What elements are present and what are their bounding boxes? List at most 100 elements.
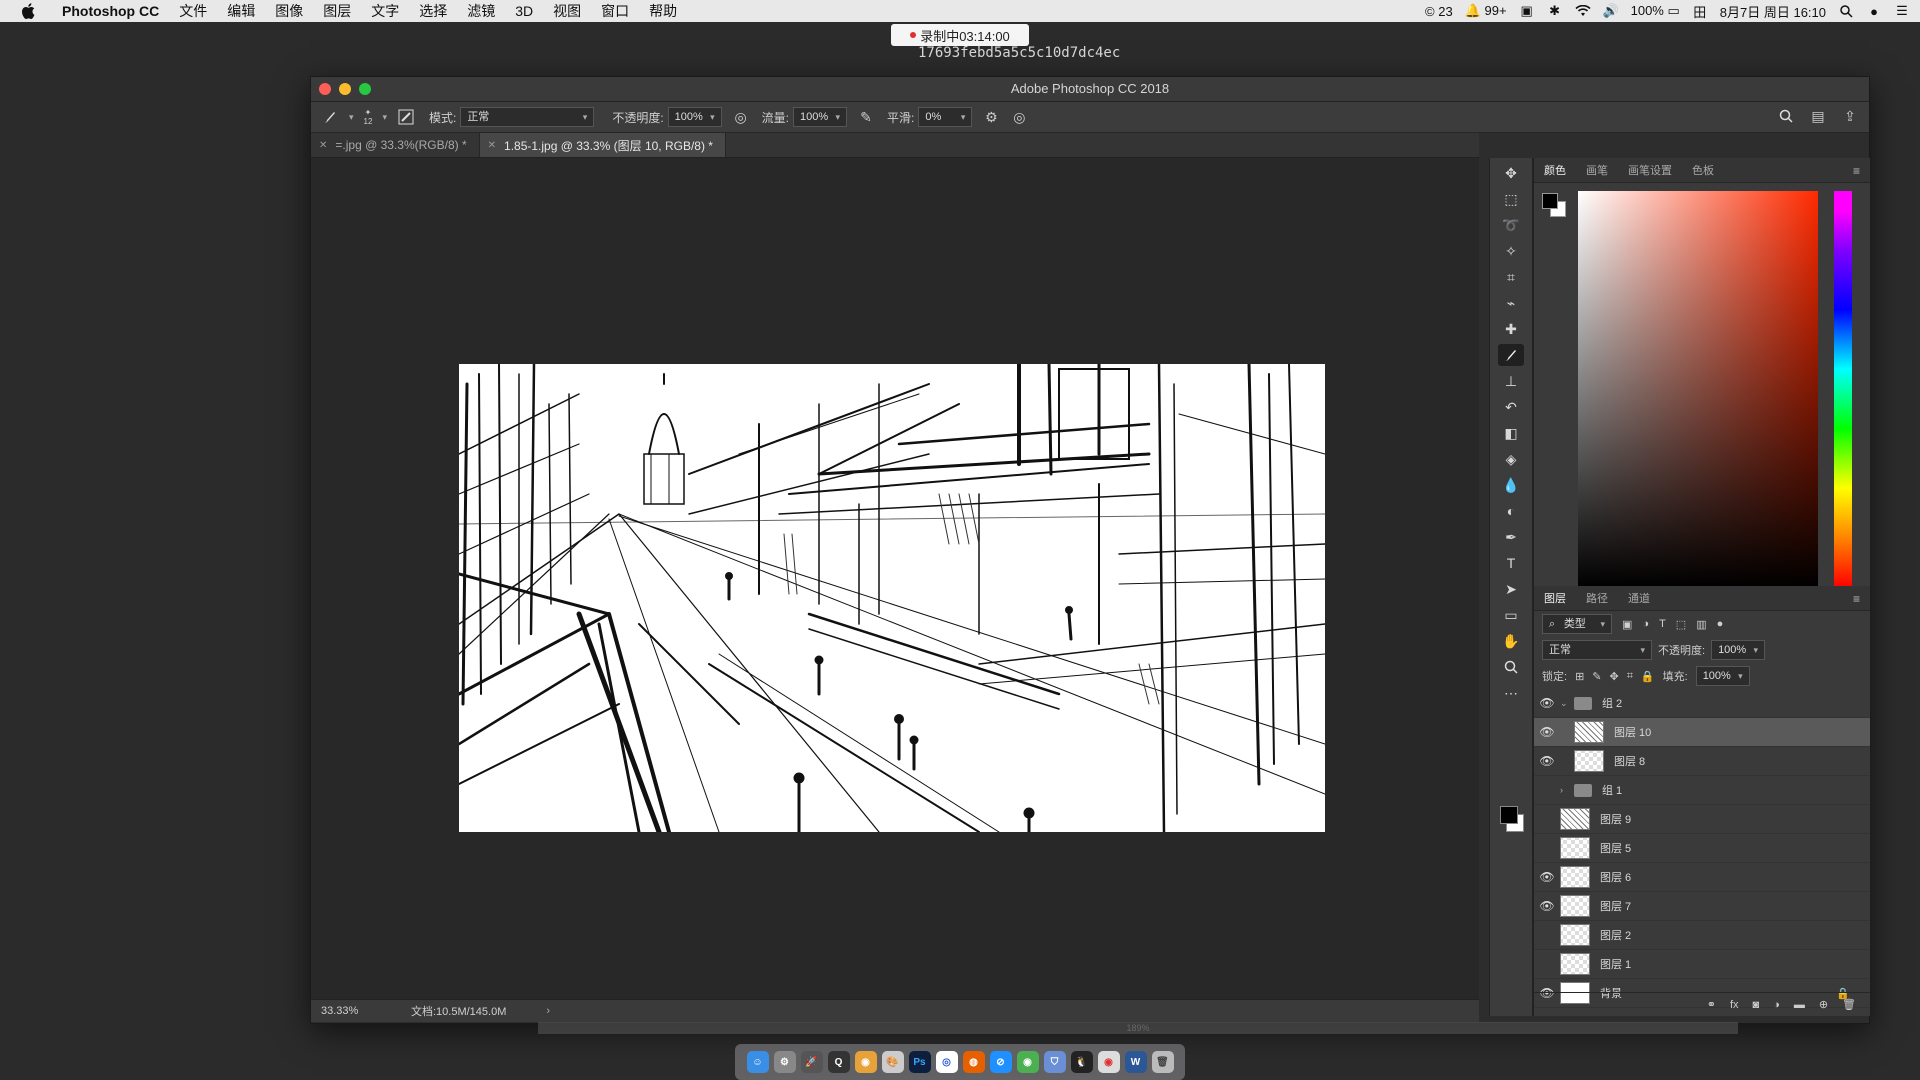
- pressure-size-icon[interactable]: ◎: [1010, 108, 1028, 126]
- menu-window[interactable]: 窗口: [591, 0, 639, 22]
- volume-icon[interactable]: 🔊: [1603, 3, 1619, 18]
- eye-hidden-icon[interactable]: 👁: [1534, 812, 1560, 826]
- layer-row-group-1[interactable]: 👁 › 组 1: [1534, 776, 1870, 805]
- search-icon[interactable]: [1777, 107, 1795, 125]
- launchpad-icon[interactable]: 🚀: [800, 1051, 823, 1073]
- airbrush-icon[interactable]: ✎: [857, 108, 875, 126]
- blend-mode-dropdown[interactable]: 正常 ▾: [1542, 640, 1652, 660]
- color-fg-swatch[interactable]: [1542, 193, 1558, 209]
- stamp-tool-icon[interactable]: ⊥: [1498, 370, 1524, 392]
- wifi-icon[interactable]: [1575, 4, 1591, 18]
- layer-opacity-field[interactable]: 100% ▾: [1711, 640, 1766, 660]
- firefox-icon[interactable]: ◍: [962, 1051, 985, 1073]
- brush-settings-toggle[interactable]: [397, 108, 415, 126]
- doc-tab-1[interactable]: ✕ =.jpg @ 33.3%(RGB/8) *: [311, 133, 480, 157]
- spotlight-icon[interactable]: [1838, 4, 1854, 18]
- vpn-icon[interactable]: ⛉: [1043, 1051, 1066, 1073]
- eye-icon[interactable]: 👁: [1534, 725, 1560, 739]
- chrome-3-icon[interactable]: ◉: [1097, 1051, 1120, 1073]
- eye-hidden-icon[interactable]: 👁: [1534, 928, 1560, 942]
- layer-row-layer-6[interactable]: 👁 图层 6: [1534, 863, 1870, 892]
- gear-icon[interactable]: ⚙: [982, 108, 1000, 126]
- layer-filter-dropdown[interactable]: ⌕ 类型 ▾: [1542, 614, 1612, 634]
- battery-status[interactable]: 100% ▭: [1631, 3, 1680, 19]
- lock-artboard-icon[interactable]: ⌗: [1627, 670, 1633, 683]
- layer-row-layer-5[interactable]: 👁 图层 5: [1534, 834, 1870, 863]
- menu-select[interactable]: 选择: [409, 0, 457, 22]
- lasso-tool-icon[interactable]: ➰: [1498, 214, 1524, 236]
- eyedropper-tool-icon[interactable]: ⌁: [1498, 292, 1524, 314]
- eye-icon[interactable]: 👁: [1534, 696, 1560, 710]
- filter-pixel-icon[interactable]: ▣: [1622, 618, 1632, 631]
- filter-smart-object-icon[interactable]: ▥: [1696, 618, 1706, 631]
- history-brush-tool-icon[interactable]: ↶: [1498, 396, 1524, 418]
- menu-help[interactable]: 帮助: [639, 0, 687, 22]
- menu-image[interactable]: 图像: [265, 0, 313, 22]
- apple-icon[interactable]: [20, 0, 38, 22]
- layer-row-layer-1[interactable]: 👁 图层 1: [1534, 950, 1870, 979]
- link-layers-icon[interactable]: ⚭: [1707, 998, 1716, 1011]
- status-item-2[interactable]: 🔔 99+: [1465, 3, 1507, 19]
- hand-tool-icon[interactable]: ✋: [1498, 630, 1524, 652]
- app-menu[interactable]: Photoshop CC: [52, 0, 169, 22]
- finder-icon[interactable]: ☺: [746, 1051, 769, 1073]
- maximize-window-button[interactable]: [359, 83, 371, 95]
- bluetooth-icon[interactable]: ✱: [1547, 3, 1563, 18]
- more-tools-icon[interactable]: ⋯: [1498, 682, 1524, 704]
- eye-hidden-icon[interactable]: 👁: [1534, 957, 1560, 971]
- window-titlebar[interactable]: Adobe Photoshop CC 2018: [311, 77, 1869, 102]
- crop-tool-icon[interactable]: ⌗: [1498, 266, 1524, 288]
- canvas-area[interactable]: [311, 158, 1479, 1016]
- new-layer-icon[interactable]: ⊕: [1819, 998, 1828, 1011]
- menu-view[interactable]: 视图: [543, 0, 591, 22]
- trash-icon[interactable]: 🗑: [1151, 1051, 1174, 1073]
- filter-shape-icon[interactable]: ⬚: [1676, 618, 1686, 631]
- menu-type[interactable]: 文字: [361, 0, 409, 22]
- eye-icon[interactable]: 👁: [1534, 870, 1560, 884]
- add-mask-icon[interactable]: ◙: [1753, 999, 1760, 1011]
- display-icon[interactable]: ▣: [1519, 3, 1535, 18]
- chevron-right-icon[interactable]: ›: [1560, 785, 1574, 795]
- doc-tab-2[interactable]: ✕ 1.85-1.jpg @ 33.3% (图层 10, RGB/8) *: [479, 133, 726, 157]
- lock-transparent-icon[interactable]: ⊞: [1575, 670, 1584, 683]
- marquee-tool-icon[interactable]: ⬚: [1498, 188, 1524, 210]
- chrome-2-icon[interactable]: ◉: [1016, 1051, 1039, 1073]
- workspace-icon[interactable]: ▤: [1809, 107, 1827, 125]
- zoom-tool-icon[interactable]: [1498, 656, 1524, 678]
- magic-wand-tool-icon[interactable]: ✧: [1498, 240, 1524, 262]
- menu-filter[interactable]: 滤镜: [457, 0, 505, 22]
- filter-toggle-icon[interactable]: ●: [1717, 618, 1724, 630]
- tab-layers[interactable]: 图层: [1534, 590, 1576, 606]
- brush-size-picker[interactable]: ✦ 12 ▾: [364, 108, 387, 126]
- tab-brush-settings[interactable]: 画笔设置: [1618, 162, 1682, 178]
- tool-preset-picker[interactable]: ▾: [321, 108, 354, 126]
- layer-row-group-2[interactable]: 👁 ⌄ 组 2: [1534, 689, 1870, 718]
- baidu-icon[interactable]: ◎: [935, 1051, 958, 1073]
- photoshop-icon[interactable]: Ps: [908, 1051, 931, 1073]
- input-method-icon[interactable]: 田: [1692, 4, 1708, 20]
- word-icon[interactable]: W: [1124, 1051, 1147, 1073]
- chevron-right-icon[interactable]: ›: [546, 1005, 550, 1017]
- pressure-opacity-icon[interactable]: ◎: [732, 108, 750, 126]
- layer-row-layer-7[interactable]: 👁 图层 7: [1534, 892, 1870, 921]
- opacity-field[interactable]: 100% ▾: [667, 107, 722, 127]
- quicktime-icon[interactable]: Q: [827, 1051, 850, 1073]
- qq-icon[interactable]: 🐧: [1070, 1051, 1093, 1073]
- eraser-tool-icon[interactable]: ◧: [1498, 422, 1524, 444]
- panel-menu-icon[interactable]: ≡: [1853, 164, 1860, 178]
- close-icon[interactable]: ✕: [319, 140, 327, 151]
- tab-swatches[interactable]: 色板: [1682, 162, 1724, 178]
- system-preferences-icon[interactable]: ⚙: [773, 1051, 796, 1073]
- close-window-button[interactable]: [319, 83, 331, 95]
- menu-file[interactable]: 文件: [169, 0, 217, 22]
- eye-icon[interactable]: 👁: [1534, 754, 1560, 768]
- zoom-level[interactable]: 33.33%: [321, 1005, 391, 1017]
- clock[interactable]: 8月7日 周日 16:10: [1720, 2, 1826, 21]
- layer-row-layer-10[interactable]: 👁 图层 10: [1534, 718, 1870, 747]
- hue-slider[interactable]: [1834, 191, 1852, 587]
- tab-color[interactable]: 颜色: [1534, 162, 1576, 178]
- lock-image-icon[interactable]: ✎: [1592, 670, 1601, 683]
- flow-field[interactable]: 100% ▾: [793, 107, 847, 127]
- lock-position-icon[interactable]: ✥: [1610, 670, 1619, 683]
- safari-icon[interactable]: ⊘: [989, 1051, 1012, 1073]
